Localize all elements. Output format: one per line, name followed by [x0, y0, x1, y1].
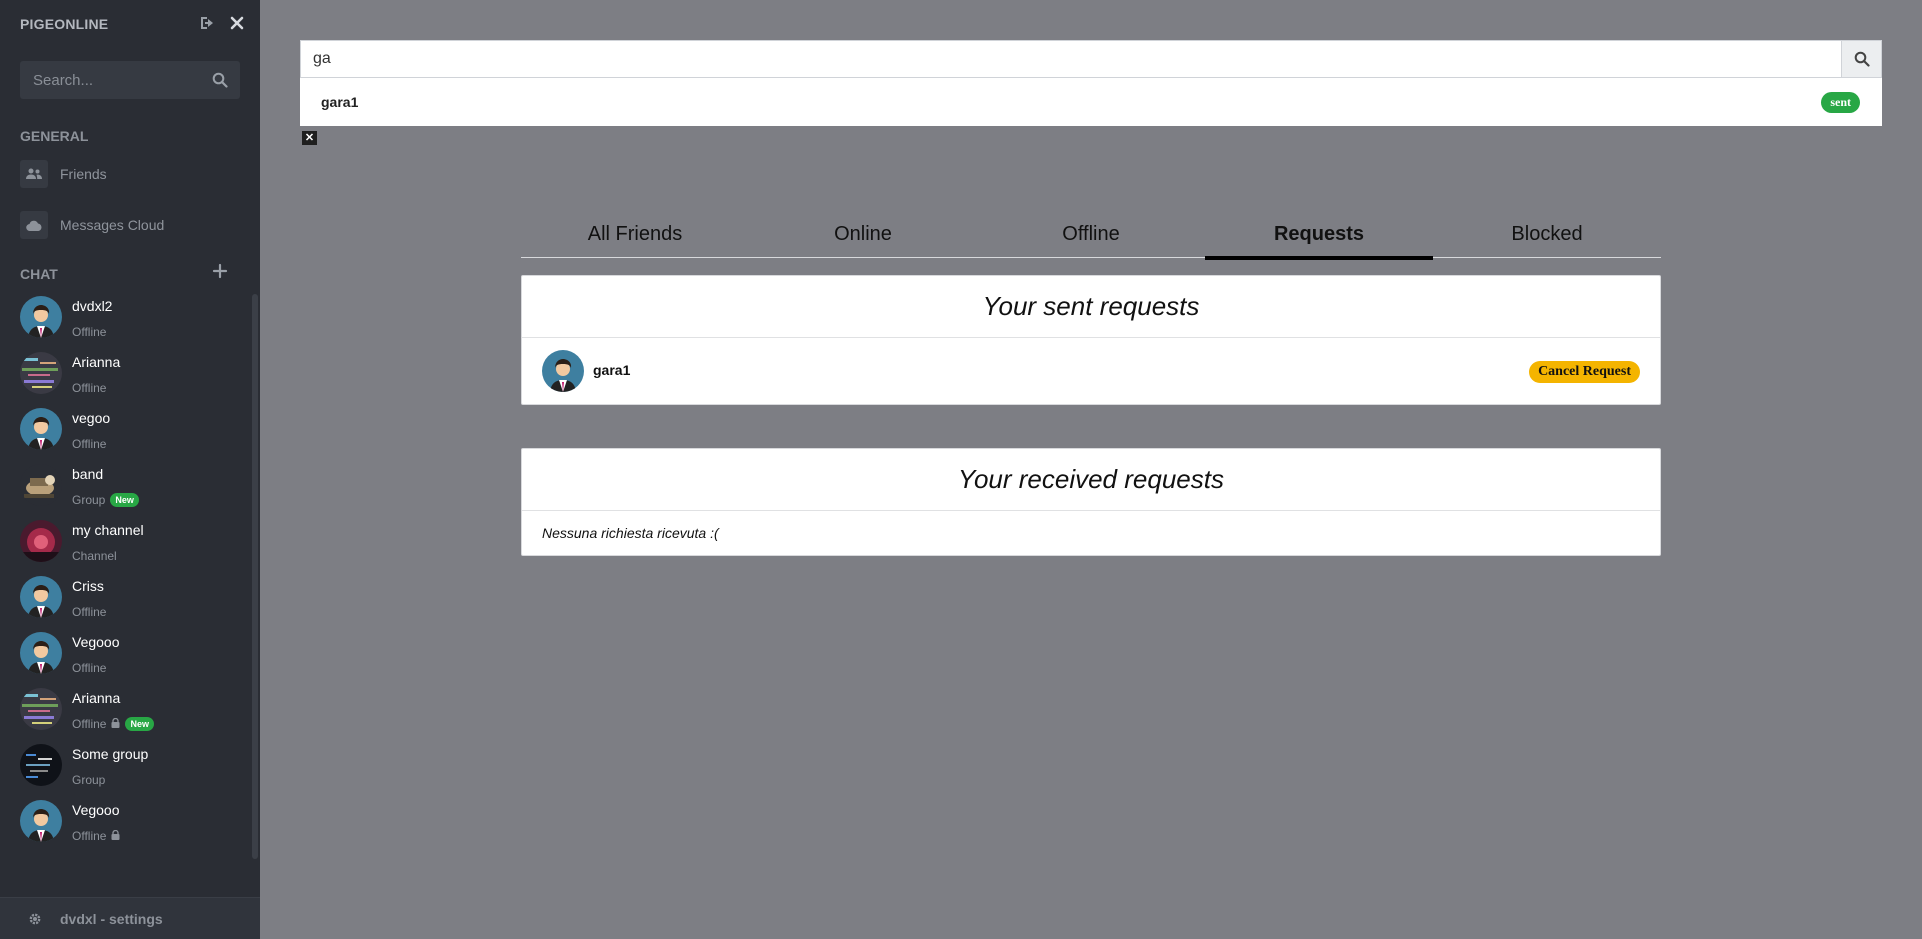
chat-status: Offline New [72, 717, 154, 731]
chat-status: Group [72, 773, 105, 787]
chat-item[interactable]: dvdxl2 Offline [0, 290, 252, 346]
chat-name: Vegooo [72, 634, 120, 650]
new-badge: New [125, 717, 154, 731]
avatar [20, 744, 62, 786]
settings-bar[interactable]: dvdxl - settings [0, 897, 260, 939]
chat-status: Group New [72, 493, 139, 507]
sidebar-item-label: Friends [60, 166, 107, 182]
received-requests-title: Your received requests [522, 449, 1660, 511]
chat-list-scrollbar[interactable] [252, 294, 258, 859]
avatar [20, 688, 62, 730]
chat-name: Some group [72, 746, 149, 762]
cloud-icon [20, 211, 48, 239]
chat-status: Offline [72, 605, 106, 619]
lock-icon [111, 829, 120, 843]
cancel-request-button[interactable]: Cancel Request [1529, 361, 1640, 383]
search-result[interactable]: gara1 sent [300, 78, 1882, 126]
chat-status: Offline [72, 829, 120, 843]
request-row: gara1 Cancel Request [522, 338, 1660, 404]
chat-name: Arianna [72, 354, 121, 370]
add-chat-icon[interactable] [212, 263, 228, 279]
search-result-name: gara1 [321, 94, 359, 110]
chat-item[interactable]: Arianna Offline New [0, 682, 252, 738]
search-icon[interactable] [212, 72, 228, 88]
tab-online[interactable]: Online [749, 214, 977, 257]
general-section-title: GENERAL [20, 128, 89, 144]
tab-offline[interactable]: Offline [977, 214, 1205, 257]
tab-requests[interactable]: Requests [1205, 214, 1433, 260]
avatar [20, 520, 62, 562]
app-brand: PIGEONLINE [20, 16, 109, 32]
empty-state-text: Nessuna richiesta ricevuta :( [542, 525, 719, 541]
search-button[interactable] [1841, 41, 1881, 77]
avatar [20, 576, 62, 618]
chat-name: my channel [72, 522, 144, 538]
close-icon[interactable] [229, 14, 245, 32]
chat-status-text: Group [72, 493, 106, 507]
sidebar-search-input[interactable] [20, 61, 240, 99]
chat-status: Offline [72, 661, 106, 675]
chat-status-text: Offline [72, 829, 107, 843]
chat-status-text: Offline [72, 717, 107, 731]
chat-name: band [72, 466, 104, 482]
chat-item[interactable]: band Group New [0, 458, 252, 514]
chat-status-text: Offline [72, 325, 107, 339]
chat-status: Channel [72, 549, 117, 563]
chat-item[interactable]: Vegooo Offline [0, 626, 252, 682]
users-icon [20, 160, 48, 188]
avatar [20, 632, 62, 674]
chat-section-title: CHAT [20, 266, 58, 282]
chat-status-text: Offline [72, 605, 107, 619]
avatar [20, 800, 62, 842]
search-icon [1854, 51, 1870, 67]
avatar [20, 464, 62, 506]
chat-status: Offline [72, 325, 106, 339]
lock-icon [111, 717, 120, 731]
avatar [20, 408, 62, 450]
chat-item[interactable]: Arianna Offline [0, 346, 252, 402]
avatar [20, 352, 62, 394]
chat-status-text: Group [72, 773, 106, 787]
chat-status: Offline [72, 381, 106, 395]
tab-all-friends[interactable]: All Friends [521, 214, 749, 257]
friend-search-input[interactable] [301, 41, 1841, 77]
chat-status-text: Offline [72, 661, 107, 675]
chat-status: Offline [72, 437, 106, 451]
tab-blocked[interactable]: Blocked [1433, 214, 1661, 257]
sidebar-search [20, 61, 240, 99]
chat-name: Vegooo [72, 802, 120, 818]
chat-list: dvdxl2 Offline Arianna Offline vegoo Off… [0, 290, 252, 850]
chat-status-text: Offline [72, 437, 107, 451]
chat-status-text: Offline [72, 381, 107, 395]
sent-requests-title: Your sent requests [522, 276, 1660, 338]
chat-item[interactable]: Vegooo Offline [0, 794, 252, 850]
avatar [542, 350, 584, 392]
gear-icon [28, 912, 42, 926]
chat-item[interactable]: Criss Offline [0, 570, 252, 626]
chat-item[interactable]: Some group Group [0, 738, 252, 794]
new-badge: New [110, 493, 139, 507]
brand-row: PIGEONLINE [20, 16, 245, 36]
chat-name: dvdxl2 [72, 298, 113, 314]
chat-name: vegoo [72, 410, 111, 426]
sidebar-item-label: Messages Cloud [60, 217, 165, 233]
request-username: gara1 [593, 362, 631, 378]
chat-name: Arianna [72, 690, 121, 706]
logout-icon[interactable] [199, 14, 215, 32]
sidebar-item-friends[interactable]: Friends [20, 156, 240, 192]
sent-requests-card: Your sent requests gara1 Cancel Request [521, 275, 1661, 405]
avatar [20, 296, 62, 338]
sidebar: PIGEONLINE GENERAL Friends Messages Clou… [0, 0, 260, 939]
friends-tabs: All Friends Online Offline Requests Bloc… [521, 214, 1661, 260]
close-search-button[interactable]: ✕ [302, 131, 317, 145]
friend-search [300, 40, 1882, 78]
chat-item[interactable]: my channel Channel [0, 514, 252, 570]
status-badge: sent [1821, 92, 1860, 113]
chat-status-text: Channel [72, 549, 117, 563]
received-requests-card: Your received requests Nessuna richiesta… [521, 448, 1661, 556]
sidebar-item-messages-cloud[interactable]: Messages Cloud [20, 207, 240, 243]
chat-item[interactable]: vegoo Offline [0, 402, 252, 458]
chat-name: Criss [72, 578, 104, 594]
settings-label: dvdxl - settings [60, 910, 163, 927]
